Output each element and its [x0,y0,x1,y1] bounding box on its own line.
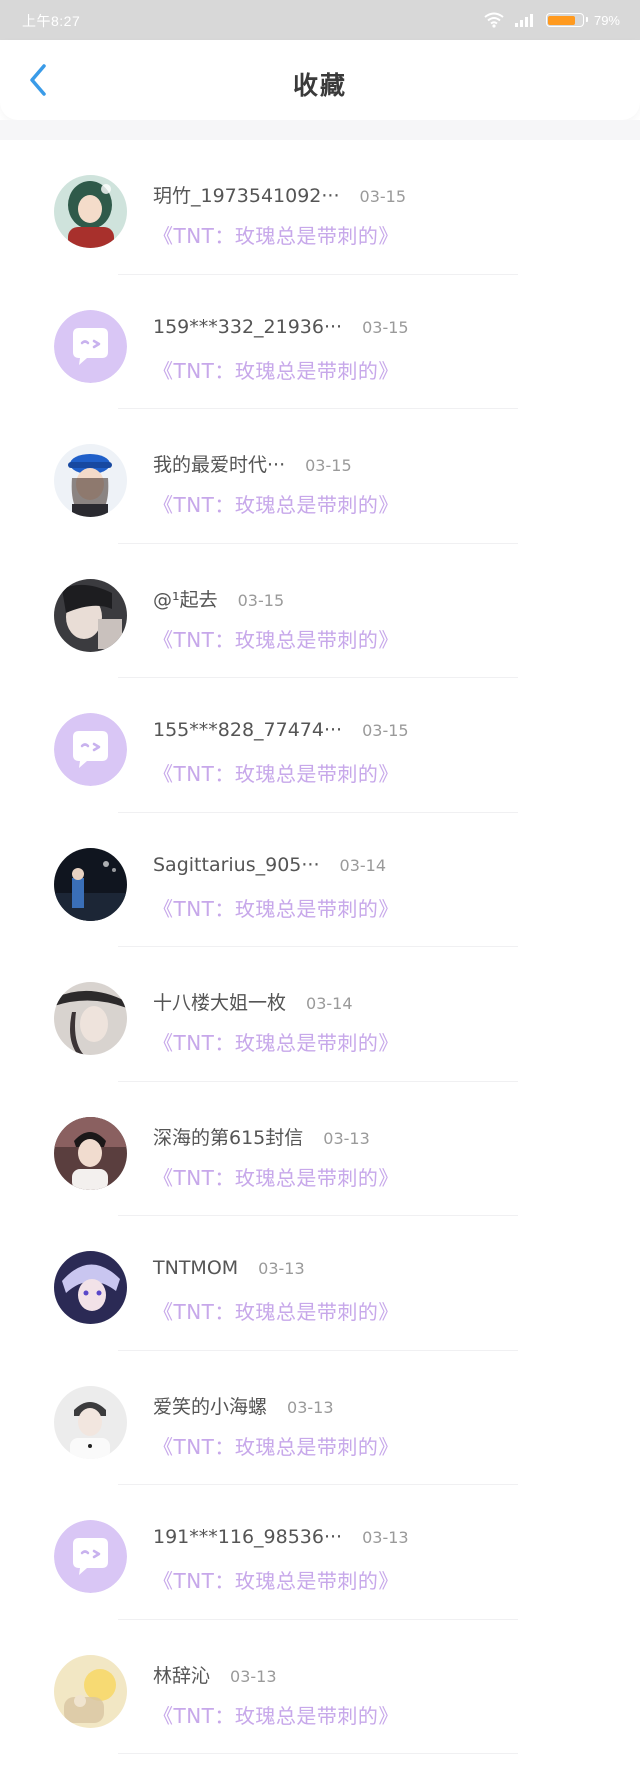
favorites-list: 玥竹_1973541092··· 03-15 《TNT：玫瑰总是带刺的》 159**… [0,140,640,1754]
favorite-item[interactable]: 十八楼大姐一枚 03-14 《TNT：玫瑰总是带刺的》 [0,947,640,1082]
post-title-link[interactable]: 《TNT：玫瑰总是带刺的》 [153,1700,399,1729]
favorite-item[interactable]: 我的最爱时代··· 03-15 《TNT：玫瑰总是带刺的》 [0,409,640,544]
status-indicators: 79% [484,9,620,31]
user-name[interactable]: 191***116_98536··· [153,1526,342,1548]
avatar[interactable] [54,309,127,383]
favorite-item[interactable]: 爱笑的小海螺 03-13 《TNT：玫瑰总是带刺的》 [0,1351,640,1485]
user-name[interactable]: 十八楼大姐一枚 [153,988,286,1015]
post-title-link[interactable]: 《TNT：玫瑰总是带刺的》 [153,220,399,249]
favorite-date: 03-14 [306,994,353,1013]
favorite-date: 03-13 [362,1528,409,1547]
post-title-link[interactable]: 《TNT：玫瑰总是带刺的》 [153,1027,399,1056]
item-meta: Sagittarius_905··· 03-14 [153,854,386,878]
favorite-item[interactable]: 155***828_77474··· 03-15 《TNT：玫瑰总是带刺的》 [0,678,640,813]
status-bar: 上午8:27 79% [0,0,640,40]
signal-icon [514,14,533,27]
favorite-item[interactable]: 深海的第615封信 03-13 《TNT：玫瑰总是带刺的》 [0,1082,640,1216]
avatar[interactable] [54,1654,127,1728]
favorite-item[interactable]: 159***332_21936··· 03-15 《TNT：玫瑰总是带刺的》 [0,275,640,409]
battery-percent: 79% [593,12,620,28]
avatar[interactable] [54,444,127,517]
post-title-link[interactable]: 《TNT：玫瑰总是带刺的》 [153,624,399,653]
user-name[interactable]: 155***828_77474··· [153,719,342,741]
status-time: 上午8:27 [22,13,81,29]
avatar[interactable] [54,1385,127,1459]
favorite-date: 03-13 [258,1259,305,1278]
avatar[interactable] [54,1116,127,1190]
item-meta: 我的最爱时代··· 03-15 [153,450,352,477]
favorite-item[interactable]: Sagittarius_905··· 03-14 《TNT：玫瑰总是带刺的》 [0,813,640,947]
item-meta: TNTMOM 03-13 [153,1257,305,1281]
user-name[interactable]: 林辞沁 [153,1661,210,1688]
item-meta: 191***116_98536··· 03-13 [153,1526,409,1550]
item-meta: 林辞沁 03-13 [153,1661,277,1688]
page-title: 收藏 [292,71,347,100]
avatar[interactable] [54,1251,127,1324]
post-title-link[interactable]: 《TNT：玫瑰总是带刺的》 [153,489,399,518]
post-title-link[interactable]: 《TNT：玫瑰总是带刺的》 [153,1296,399,1325]
battery-icon [545,13,588,27]
post-title-link[interactable]: 《TNT：玫瑰总是带刺的》 [153,355,399,384]
item-meta: 155***828_77474··· 03-15 [153,719,409,743]
user-name[interactable]: 深海的第615封信 [153,1123,303,1150]
favorite-date: 03-15 [359,187,407,206]
item-meta: 深海的第615封信 03-13 [153,1123,370,1150]
item-meta: 爱笑的小海螺 03-13 [153,1392,334,1419]
user-name[interactable]: 玥竹_1973541092··· [153,181,340,208]
avatar[interactable] [54,578,127,652]
avatar[interactable] [54,175,127,248]
header-separator [0,120,640,140]
favorite-item[interactable]: @¹起去 03-15 《TNT：玫瑰总是带刺的》 [0,544,640,678]
post-title-link[interactable]: 《TNT：玫瑰总是带刺的》 [153,893,399,922]
favorite-date: 03-15 [362,317,409,337]
item-meta: 159***332_21936··· 03-15 [153,316,409,340]
avatar[interactable] [54,1520,127,1593]
user-name[interactable]: 爱笑的小海螺 [153,1392,267,1419]
item-meta: 十八楼大姐一枚 03-14 [153,988,353,1015]
favorite-item[interactable]: 林辞沁 03-13 《TNT：玫瑰总是带刺的》 [0,1620,640,1754]
favorite-date: 03-15 [305,456,352,475]
divider [118,1753,518,1754]
user-name[interactable]: @¹起去 [153,585,218,612]
post-title-link[interactable]: 《TNT：玫瑰总是带刺的》 [153,1431,399,1460]
favorite-date: 03-13 [287,1397,334,1417]
favorite-item[interactable]: 玥竹_1973541092··· 03-15 《TNT：玫瑰总是带刺的》 [0,140,640,275]
battery-level-fill [548,15,575,25]
user-name[interactable]: 我的最爱时代··· [153,450,285,477]
user-name[interactable]: Sagittarius_905··· [153,854,320,876]
user-name[interactable]: 159***332_21936··· [153,316,342,338]
avatar[interactable] [54,847,127,921]
post-title-link[interactable]: 《TNT：玫瑰总是带刺的》 [153,758,399,787]
favorite-date: 03-14 [339,855,387,875]
post-title-link[interactable]: 《TNT：玫瑰总是带刺的》 [153,1162,399,1191]
favorite-date: 03-13 [230,1666,277,1686]
post-title-link[interactable]: 《TNT：玫瑰总是带刺的》 [153,1565,399,1594]
wifi-icon [484,12,504,28]
user-name[interactable]: TNTMOM [153,1257,238,1279]
avatar[interactable] [54,982,127,1055]
favorite-date: 03-13 [323,1128,370,1148]
item-meta: 玥竹_1973541092··· 03-15 [153,181,407,208]
item-meta: @¹起去 03-15 [153,585,285,612]
favorite-item[interactable]: TNTMOM 03-13 《TNT：玫瑰总是带刺的》 [0,1216,640,1351]
favorite-date: 03-15 [362,721,409,740]
favorite-date: 03-15 [237,590,285,610]
avatar[interactable] [54,713,127,786]
header-bar: 收藏 [0,40,640,120]
favorite-item[interactable]: 191***116_98536··· 03-13 《TNT：玫瑰总是带刺的》 [0,1485,640,1620]
